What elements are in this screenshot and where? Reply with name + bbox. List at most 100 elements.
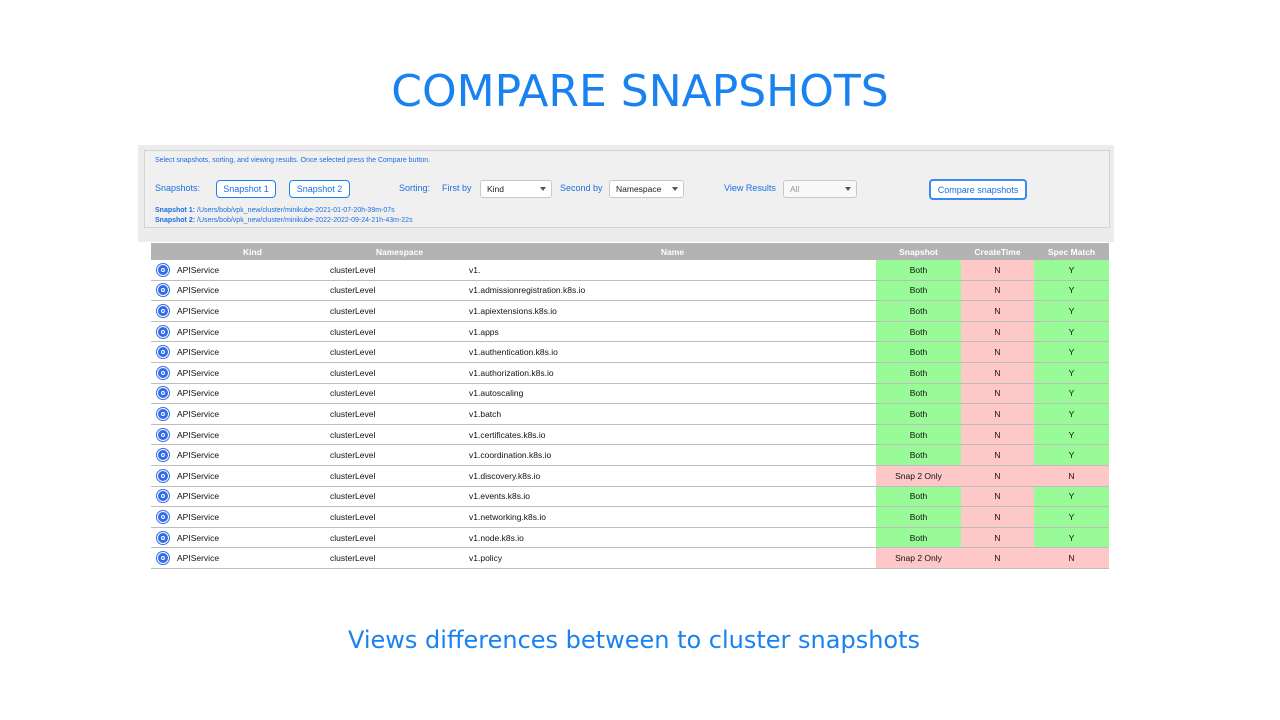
name-column-header[interactable]: Name xyxy=(469,243,876,260)
table-row[interactable]: APIService clusterLevel v1.coordination.k8… xyxy=(151,444,1109,466)
namespace-cell: clusterLevel xyxy=(330,527,469,549)
namespace-cell: clusterLevel xyxy=(330,300,469,322)
kubernetes-icon xyxy=(157,366,169,379)
name-cell: v1.policy xyxy=(469,547,876,569)
snapshot-cell: Both xyxy=(876,300,961,322)
kubernetes-icon xyxy=(157,263,169,276)
spec-match-column-header[interactable]: Spec Match xyxy=(1034,243,1109,260)
kubernetes-icon[interactable] xyxy=(151,486,175,508)
table-row[interactable]: APIService clusterLevel v1.autoscaling Both… xyxy=(151,383,1109,405)
kubernetes-icon xyxy=(157,510,169,523)
snapshot1-path-label: Snapshot 1: xyxy=(155,207,196,214)
table-row[interactable]: APIService clusterLevel v1.batch Both N Y xyxy=(151,403,1109,425)
kind-cell: APIService xyxy=(175,403,330,425)
kind-column-header[interactable]: Kind xyxy=(175,243,330,260)
kubernetes-icon xyxy=(157,387,169,400)
namespace-column-header[interactable]: Namespace xyxy=(330,243,469,260)
table-row[interactable]: APIService clusterLevel v1. Both N Y xyxy=(151,260,1109,281)
name-cell: v1.discovery.k8s.io xyxy=(469,465,876,487)
chevron-down-icon xyxy=(540,187,546,191)
createtime-cell: N xyxy=(961,403,1034,425)
snapshot-cell: Both xyxy=(876,444,961,466)
kubernetes-icon[interactable] xyxy=(151,300,175,322)
table-row[interactable]: APIService clusterLevel v1.node.k8s.io Both… xyxy=(151,527,1109,549)
instructions-text: Select snapshots, sorting, and viewing r… xyxy=(155,157,431,164)
table-row[interactable]: APIService clusterLevel v1.authorization.k… xyxy=(151,362,1109,384)
kubernetes-icon[interactable] xyxy=(151,383,175,405)
namespace-cell: clusterLevel xyxy=(330,383,469,405)
kubernetes-icon xyxy=(157,428,169,441)
kind-cell: APIService xyxy=(175,300,330,322)
snapshots-label: Snapshots: xyxy=(155,183,201,193)
createtime-column-header[interactable]: CreateTime xyxy=(961,243,1034,260)
kubernetes-icon[interactable] xyxy=(151,341,175,363)
kubernetes-icon[interactable] xyxy=(151,260,175,281)
snapshot2-button[interactable]: Snapshot 2 xyxy=(289,180,350,198)
name-cell: v1.apiextensions.k8s.io xyxy=(469,300,876,322)
kubernetes-icon[interactable] xyxy=(151,547,175,569)
kind-cell: APIService xyxy=(175,341,330,363)
snapshot2-path: Snapshot 2: /Users/bob/vpk_new/cluster/m… xyxy=(155,217,413,224)
kubernetes-icon[interactable] xyxy=(151,280,175,302)
snapshot1-path-value: /Users/bob/vpk_new/cluster/minikube-2021… xyxy=(197,207,395,214)
table-row[interactable]: APIService clusterLevel v1.admissionregist… xyxy=(151,280,1109,302)
kubernetes-icon[interactable] xyxy=(151,506,175,528)
kubernetes-icon xyxy=(157,552,169,565)
chevron-down-icon xyxy=(672,187,678,191)
table-row[interactable]: APIService clusterLevel v1.apps Both N Y xyxy=(151,321,1109,343)
snapshot-cell: Both xyxy=(876,362,961,384)
createtime-cell: N xyxy=(961,280,1034,302)
view-results-select[interactable]: All xyxy=(783,180,857,198)
createtime-cell: N xyxy=(961,300,1034,322)
spec-match-cell: N xyxy=(1034,465,1109,487)
createtime-cell: N xyxy=(961,547,1034,569)
table-row[interactable]: APIService clusterLevel v1.discovery.k8s.i… xyxy=(151,465,1109,487)
name-cell: v1.coordination.k8s.io xyxy=(469,444,876,466)
first-by-select[interactable]: Kind xyxy=(480,180,552,198)
kubernetes-icon[interactable] xyxy=(151,321,175,343)
snapshot-column-header[interactable]: Snapshot xyxy=(876,243,961,260)
name-cell: v1.autoscaling xyxy=(469,383,876,405)
page-subtitle: Views differences between to cluster sna… xyxy=(347,626,921,654)
createtime-cell: N xyxy=(961,444,1034,466)
createtime-cell: N xyxy=(961,321,1034,343)
snapshot2-path-label: Snapshot 2: xyxy=(155,217,196,224)
spec-match-cell: Y xyxy=(1034,341,1109,363)
compare-snapshots-button[interactable]: Compare snapshots xyxy=(929,179,1027,200)
kubernetes-icon[interactable] xyxy=(151,403,175,425)
kind-cell: APIService xyxy=(175,424,330,446)
createtime-cell: N xyxy=(961,506,1034,528)
table-header-row: Kind Namespace Name Snapshot CreateTime … xyxy=(151,243,1109,260)
kubernetes-icon[interactable] xyxy=(151,444,175,466)
table-row[interactable]: APIService clusterLevel v1.events.k8s.io Bo… xyxy=(151,486,1109,508)
spec-match-cell: Y xyxy=(1034,383,1109,405)
kind-cell: APIService xyxy=(175,280,330,302)
kubernetes-icon xyxy=(157,469,169,482)
kind-cell: APIService xyxy=(175,260,330,281)
kubernetes-icon[interactable] xyxy=(151,527,175,549)
snapshot1-button[interactable]: Snapshot 1 xyxy=(216,180,276,198)
kubernetes-icon[interactable] xyxy=(151,465,175,487)
table-row[interactable]: APIService clusterLevel v1.apiextensions.k… xyxy=(151,300,1109,322)
kubernetes-icon[interactable] xyxy=(151,362,175,384)
kubernetes-icon[interactable] xyxy=(151,424,175,446)
snapshot-cell: Both xyxy=(876,280,961,302)
view-results-label: View Results xyxy=(724,183,776,193)
createtime-cell: N xyxy=(961,486,1034,508)
kubernetes-icon xyxy=(157,284,169,297)
spec-match-cell: Y xyxy=(1034,527,1109,549)
snapshot-cell: Both xyxy=(876,383,961,405)
name-cell: v1.certificates.k8s.io xyxy=(469,424,876,446)
table-row[interactable]: APIService clusterLevel v1.policy Snap 2 On… xyxy=(151,547,1109,569)
second-by-select[interactable]: Namespace xyxy=(609,180,684,198)
table-row[interactable]: APIService clusterLevel v1.authentication.… xyxy=(151,341,1109,363)
createtime-cell: N xyxy=(961,362,1034,384)
first-by-label: First by xyxy=(442,183,472,193)
second-by-value: Namespace xyxy=(616,184,662,194)
table-row[interactable]: APIService clusterLevel v1.networking.k8s.… xyxy=(151,506,1109,528)
table-row[interactable]: APIService clusterLevel v1.certificates.k8… xyxy=(151,424,1109,446)
createtime-cell: N xyxy=(961,260,1034,281)
createtime-cell: N xyxy=(961,341,1034,363)
namespace-cell: clusterLevel xyxy=(330,403,469,425)
namespace-cell: clusterLevel xyxy=(330,280,469,302)
